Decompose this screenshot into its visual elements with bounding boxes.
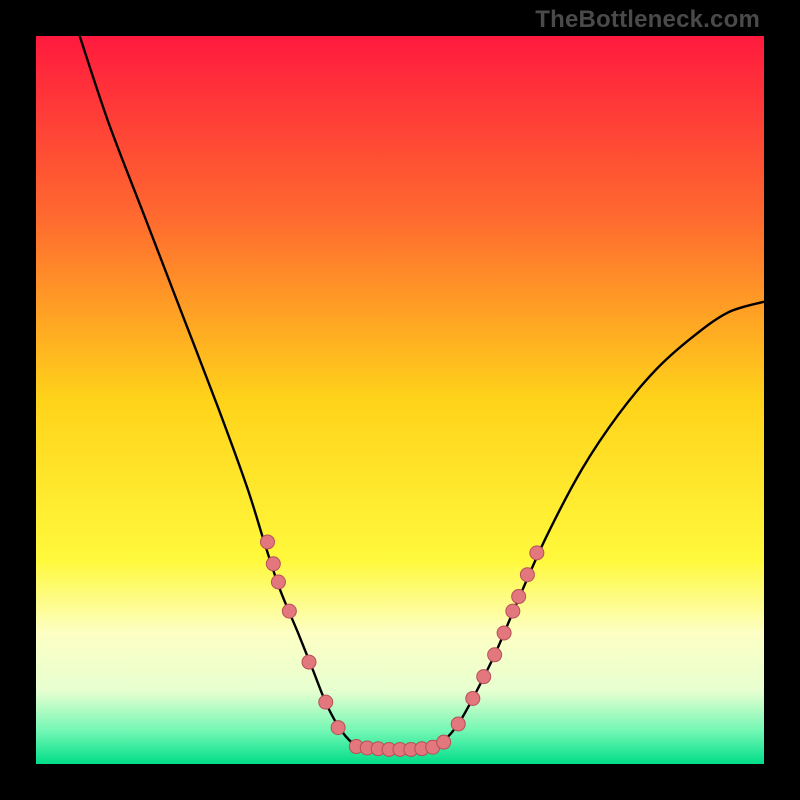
chart-svg (36, 36, 764, 764)
data-marker (451, 717, 465, 731)
watermark-text: TheBottleneck.com (535, 6, 760, 34)
data-marker (271, 575, 285, 589)
data-marker (488, 648, 502, 662)
data-marker (319, 695, 333, 709)
data-marker (282, 604, 296, 618)
data-marker (266, 557, 280, 571)
data-marker (520, 568, 534, 582)
gradient-background (36, 36, 764, 764)
data-marker (437, 735, 451, 749)
data-marker (261, 535, 275, 549)
data-marker (302, 655, 316, 669)
data-marker (497, 626, 511, 640)
data-marker (512, 590, 526, 604)
data-marker (466, 691, 480, 705)
data-marker (331, 721, 345, 735)
data-marker (477, 670, 491, 684)
chart-frame: TheBottleneck.com (0, 0, 800, 800)
data-marker (506, 604, 520, 618)
data-marker (530, 546, 544, 560)
plot-area (36, 36, 764, 764)
